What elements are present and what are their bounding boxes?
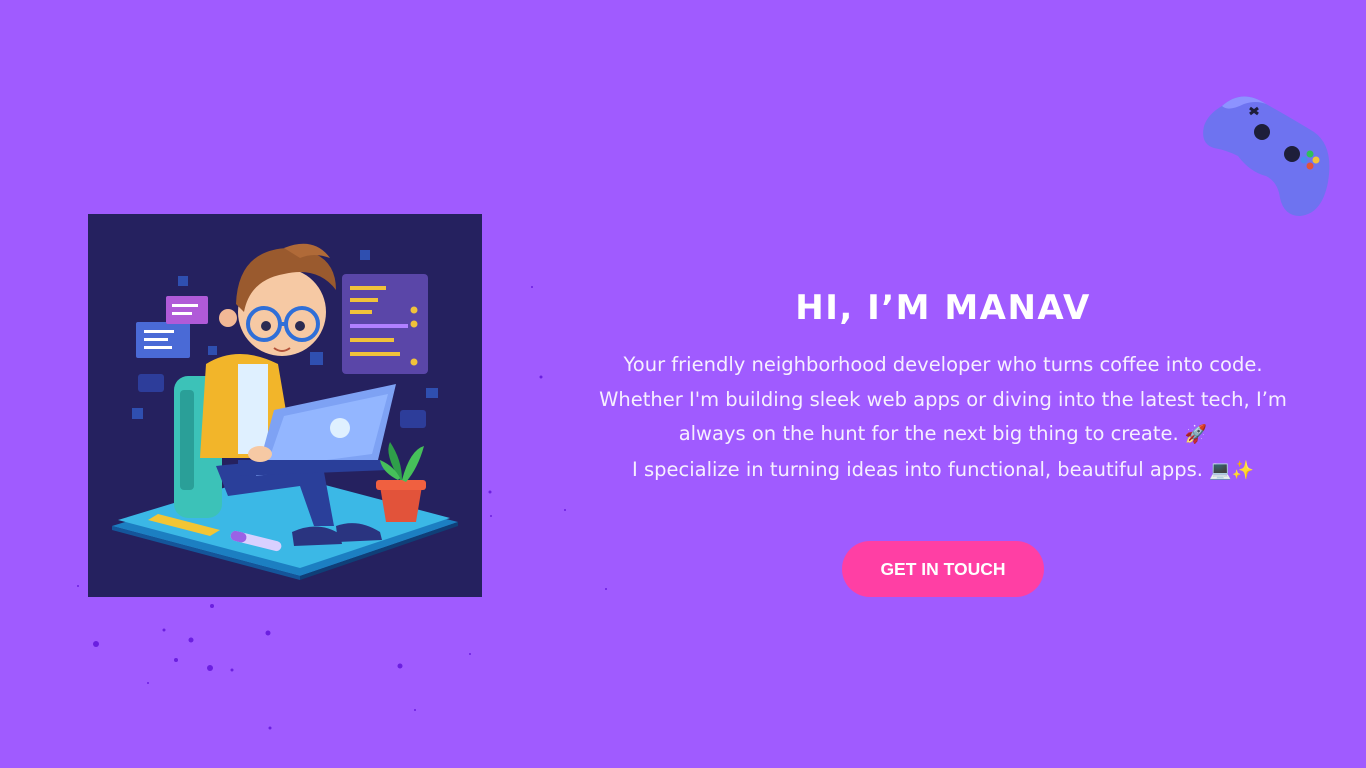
- get-in-touch-button[interactable]: GET IN TOUCH: [842, 541, 1044, 597]
- description-line-1: Your friendly neighborhood developer who…: [623, 353, 1263, 376]
- hero-title: HI, I’M MANAV: [795, 288, 1091, 328]
- hero-text-block: HI, I’M MANAV Your friendly neighborhood…: [548, 286, 1338, 488]
- description-line-3: always on the hunt for the next big thin…: [548, 417, 1338, 453]
- description-line-2: Whether I'm building sleek web apps or d…: [599, 387, 1287, 411]
- developer-illustration: [88, 214, 482, 597]
- rocket-icon: 🚀: [1184, 424, 1208, 445]
- hero-description: Your friendly neighborhood developer who…: [548, 348, 1338, 488]
- description-line-3-text: always on the hunt for the next big thin…: [678, 422, 1179, 445]
- laptop-sparkles-icon: 💻✨: [1209, 459, 1254, 481]
- gamepad-icon: [1196, 86, 1336, 220]
- developer-with-laptop-illustration: [112, 243, 458, 580]
- description-line-4: I specialize in turning ideas into funct…: [548, 453, 1338, 489]
- description-line-4-text: I specialize in turning ideas into funct…: [632, 457, 1203, 481]
